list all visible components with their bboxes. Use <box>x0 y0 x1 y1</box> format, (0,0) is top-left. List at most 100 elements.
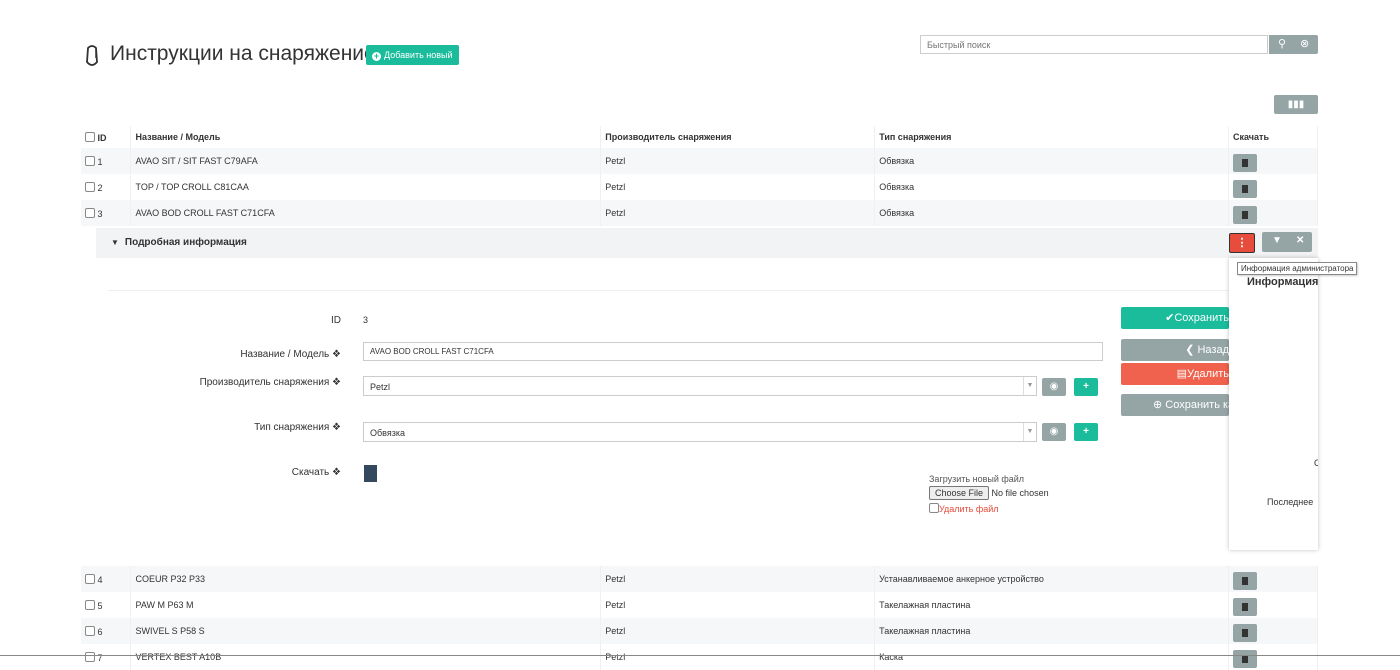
add-maker-button[interactable]: + <box>1074 378 1098 396</box>
type-select[interactable]: Обвязка ▼ <box>363 422 1037 442</box>
row-checkbox[interactable] <box>85 625 95 636</box>
row-maker: Petzl <box>600 174 876 200</box>
panel-text-c: С <box>1314 458 1318 468</box>
clear-search-icon[interactable]: ⊗ <box>1300 37 1309 50</box>
row-type: Такелажная пластина <box>874 618 1230 644</box>
close-icon[interactable]: ✕ <box>1296 235 1304 246</box>
table-row[interactable]: 5 PAW M P63 M Petzl Такелажная пластина <box>81 592 1318 618</box>
plus-circle-icon: ⊕ <box>1153 399 1163 411</box>
chevron-down-icon: ▼ <box>1023 423 1036 441</box>
type-label-text: Тип снаряжения <box>254 422 330 433</box>
save-copy-label: Сохранить как <box>1165 399 1229 411</box>
row-checkbox[interactable] <box>85 181 95 192</box>
table-row[interactable]: 7 VERTEX BEST A10B Petzl Каска <box>81 644 1318 670</box>
panel-last-modified: Последнее <box>1267 497 1314 507</box>
download-file-button[interactable] <box>1233 206 1258 224</box>
row-id: 3 <box>97 208 103 219</box>
id-label: ID <box>331 315 341 326</box>
info-icon: ❖ <box>332 377 341 388</box>
maker-label: Производитель снаряжения ❖ <box>141 377 341 388</box>
save-button[interactable]: ✔Сохранить <box>1121 307 1229 329</box>
instructions-table: ID Название / Модель Производитель снаря… <box>81 126 1318 226</box>
columns-icon: ▮▮▮ <box>1287 99 1305 110</box>
row-checkbox[interactable] <box>85 651 95 662</box>
no-file-text: No file chosen <box>991 488 1049 498</box>
table-row[interactable]: 3 AVAO BOD CROLL FAST C71CFA Petzl Обвяз… <box>81 200 1318 226</box>
row-checkbox[interactable] <box>85 573 95 584</box>
row-checkbox[interactable] <box>85 207 95 218</box>
download-file-button[interactable] <box>1233 650 1258 668</box>
download-file-button[interactable] <box>1233 572 1258 590</box>
column-header-id[interactable]: ID <box>98 133 107 143</box>
download-file-button[interactable] <box>1233 598 1258 616</box>
file-chooser[interactable]: Choose File No file chosen <box>929 486 1049 500</box>
delete-button[interactable]: ▤Удалить <box>1121 363 1229 385</box>
row-type: Обвязка <box>874 174 1230 200</box>
row-type: Обвязка <box>874 200 1230 226</box>
chevron-down-icon: ▼ <box>1023 377 1036 395</box>
save-label: Сохранить <box>1174 312 1229 324</box>
maker-select[interactable]: Petzl ▼ <box>363 376 1037 396</box>
info-icon: ❖ <box>332 467 341 478</box>
id-value: 3 <box>363 315 369 325</box>
admin-tooltip: Информация администратора <box>1237 262 1358 275</box>
row-maker: Petzl <box>600 592 876 618</box>
column-header-maker[interactable]: Производитель снаряжения <box>600 126 876 148</box>
maker-label-text: Производитель снаряжения <box>199 377 330 388</box>
back-label: Назад <box>1197 344 1229 356</box>
detail-toggle[interactable]: ▼ Подробная информация <box>111 237 247 248</box>
download-file-button[interactable] <box>1233 180 1258 198</box>
info-icon: ❖ <box>332 422 341 433</box>
delete-file-option[interactable]: Удалить файл <box>929 503 999 514</box>
table-row[interactable]: 4 COEUR P32 P33 Petzl Устанавливаемое ан… <box>81 566 1318 592</box>
save-copy-button[interactable]: ⊕ Сохранить как <box>1121 394 1229 416</box>
row-name: COEUR P32 P33 <box>130 566 602 592</box>
table-header-row: ID Название / Модель Производитель снаря… <box>81 126 1318 148</box>
table-row[interactable]: 2 TOP / TOP CROLL C81CAA Petzl Обвязка <box>81 174 1318 200</box>
view-maker-button[interactable]: ◉ <box>1042 378 1066 396</box>
quick-search-input[interactable] <box>920 35 1268 54</box>
column-header-name[interactable]: Название / Модель <box>130 126 602 148</box>
search-icon[interactable]: ⚲ <box>1278 37 1286 50</box>
detail-header-bar[interactable] <box>96 228 1318 258</box>
choose-file-button[interactable]: Choose File <box>929 486 990 500</box>
row-id: 1 <box>97 156 103 167</box>
row-name: AVAO SIT / SIT FAST C79AFA <box>130 148 602 174</box>
file-icon[interactable] <box>364 465 377 482</box>
eye-icon: ◉ <box>1049 381 1059 392</box>
row-id: 6 <box>97 626 103 637</box>
row-checkbox[interactable] <box>85 155 95 166</box>
type-select-value: Обвязка <box>370 428 405 438</box>
name-label-text: Название / Модель <box>240 349 330 360</box>
row-type: Каска <box>874 644 1230 670</box>
admin-info-button[interactable]: ⋮ <box>1229 233 1255 253</box>
row-checkbox[interactable] <box>85 599 95 610</box>
row-id: 5 <box>97 600 103 611</box>
row-name: PAW M P63 M <box>130 592 602 618</box>
view-type-button[interactable]: ◉ <box>1042 423 1066 441</box>
back-button[interactable]: ❮ Назад <box>1121 339 1229 361</box>
table-row[interactable]: 6 SWIVEL S P58 S Petzl Такелажная пласти… <box>81 618 1318 644</box>
download-label: Скачать ❖ <box>141 467 341 478</box>
row-maker: Petzl <box>600 566 876 592</box>
columns-toggle-button[interactable]: ▮▮▮ <box>1274 95 1318 114</box>
download-file-button[interactable] <box>1233 154 1258 172</box>
add-new-button[interactable]: + Добавить новый <box>366 45 459 65</box>
name-input[interactable]: AVAO BOD CROLL FAST C71CFA <box>363 342 1103 361</box>
column-header-download: Скачать <box>1228 126 1318 148</box>
download-file-button[interactable] <box>1233 624 1258 642</box>
page-title: Инструкции на снаряжение <box>110 42 376 65</box>
caret-down-icon[interactable]: ▼ <box>1272 235 1282 246</box>
row-maker: Petzl <box>600 644 876 670</box>
column-header-type[interactable]: Тип снаряжения <box>874 126 1230 148</box>
name-label: Название / Модель ❖ <box>141 349 341 360</box>
row-type: Обвязка <box>874 148 1230 174</box>
type-label: Тип снаряжения ❖ <box>141 422 341 433</box>
panel-title: Информация <box>1247 276 1318 288</box>
table-row[interactable]: 1 AVAO SIT / SIT FAST C79AFA Petzl Обвяз… <box>81 148 1318 174</box>
add-type-button[interactable]: + <box>1074 423 1098 441</box>
select-all-checkbox[interactable] <box>85 131 95 142</box>
row-maker: Petzl <box>600 618 876 644</box>
delete-file-checkbox[interactable] <box>929 503 939 513</box>
row-controls: ▼ ✕ <box>1262 232 1312 252</box>
